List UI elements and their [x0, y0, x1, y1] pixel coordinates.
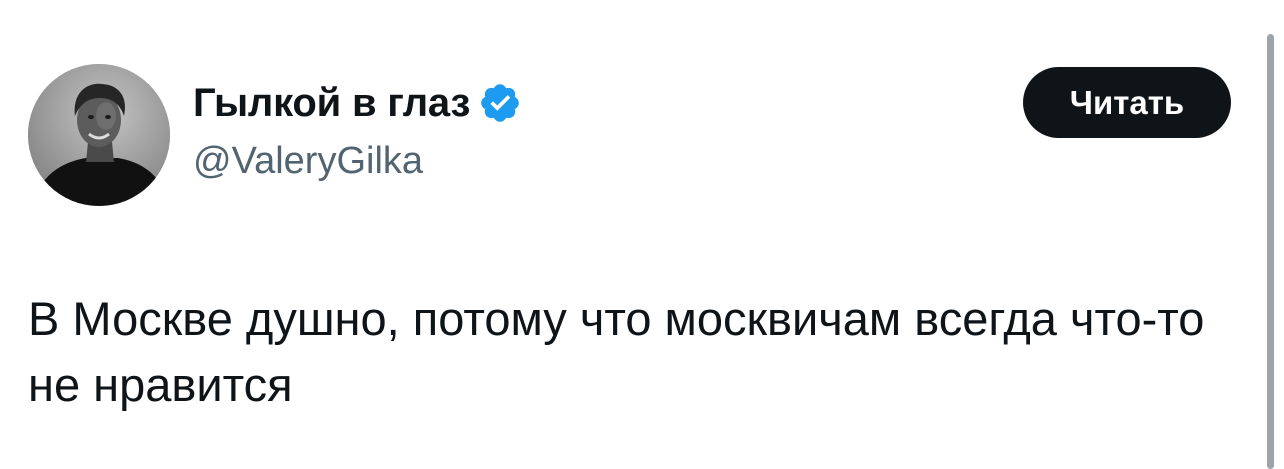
tweet-text: В Москве душно, потому что москвичам все…	[28, 292, 1205, 411]
avatar-photo	[28, 64, 170, 206]
follow-button[interactable]: Читать	[1023, 67, 1231, 138]
author-handle[interactable]: @ValeryGilka	[193, 140, 423, 183]
author-avatar[interactable]	[28, 64, 170, 206]
author-name[interactable]: Гылкой в глаз	[193, 81, 470, 126]
author-name-row: Гылкой в глаз	[193, 78, 522, 128]
verified-badge-icon[interactable]	[478, 81, 522, 125]
tweet-card: Гылкой в глаз @ValeryGilka Читать В Моск…	[0, 0, 1284, 469]
scrollbar[interactable]	[1267, 34, 1274, 469]
